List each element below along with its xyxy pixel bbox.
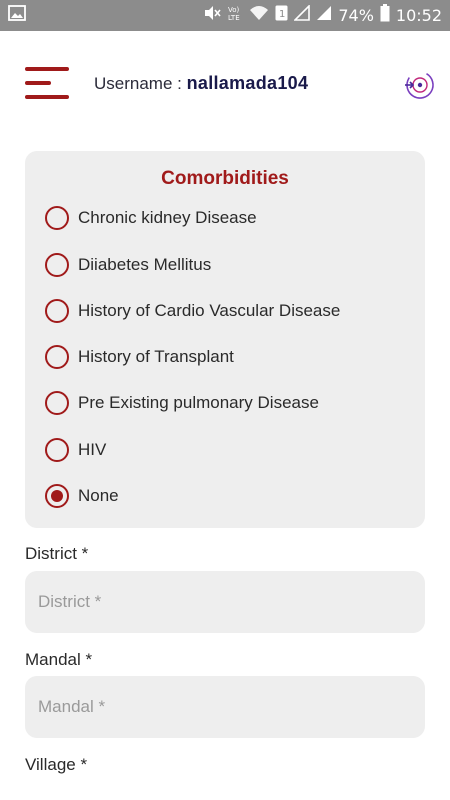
comorbidities-title: Comorbidities [161, 168, 289, 189]
sim-icon: 1 [275, 5, 288, 26]
mandal-input[interactable] [25, 676, 425, 738]
option-diabetes-mellitus[interactable]: Diiabetes Mellitus [45, 251, 211, 279]
menu-button[interactable] [25, 67, 69, 101]
menu-icon-bar [25, 67, 69, 71]
option-history-of-transplant[interactable]: History of Transplant [45, 343, 234, 371]
logout-button[interactable] [404, 69, 436, 101]
option-cardio-vascular-disease[interactable]: History of Cardio Vascular Disease [45, 297, 340, 325]
wifi-icon [249, 5, 269, 26]
volte-icon: Vo) LTE [227, 4, 243, 27]
svg-text:LTE: LTE [228, 14, 240, 22]
username: nallamada104 [186, 73, 309, 93]
image-icon [8, 5, 26, 26]
battery-icon [380, 4, 390, 27]
mandal-label: Mandal * [25, 650, 93, 669]
district-input[interactable] [25, 571, 425, 633]
menu-icon-bar [25, 81, 51, 85]
radio-button[interactable] [45, 253, 69, 277]
user-info: Username : nallamada104 [94, 73, 308, 94]
radio-button[interactable] [45, 438, 69, 462]
option-label: History of Cardio Vascular Disease [78, 301, 341, 320]
village-label: Village * [25, 755, 88, 774]
svg-text:Vo): Vo) [228, 6, 240, 14]
radio-button[interactable] [45, 391, 69, 415]
username-label: Username : [94, 74, 187, 93]
svg-text:1: 1 [279, 9, 285, 20]
option-pulmonary-disease[interactable]: Pre Existing pulmonary Disease [45, 389, 319, 417]
option-label: HIV [78, 440, 107, 459]
district-label: District * [25, 544, 89, 563]
option-hiv[interactable]: HIV [45, 436, 106, 464]
option-label: Diiabetes Mellitus [78, 255, 212, 274]
option-label: Chronic kidney Disease [78, 208, 257, 227]
option-chronic-kidney-disease[interactable]: Chronic kidney Disease [45, 204, 257, 232]
option-label: None [78, 486, 119, 505]
option-label: History of Transplant [78, 347, 234, 366]
app-header: Username : nallamada104 [0, 31, 450, 139]
clock: 10:52 [395, 6, 442, 25]
option-none[interactable]: None [45, 482, 119, 510]
option-label: Pre Existing pulmonary Disease [78, 393, 319, 412]
mute-icon [203, 5, 221, 26]
status-bar: Vo) LTE 1 74% 10:52 [0, 0, 450, 31]
signal-icon [316, 5, 332, 26]
logout-icon [405, 71, 434, 99]
menu-icon-bar [25, 95, 69, 99]
radio-button-selected[interactable] [45, 484, 69, 508]
radio-button[interactable] [45, 206, 69, 230]
radio-button[interactable] [45, 299, 69, 323]
radio-button[interactable] [45, 345, 69, 369]
battery-percent: 74% [338, 6, 374, 25]
comorbidities-card: Comorbidities Chronic kidney Disease Dii… [25, 151, 425, 528]
signal-icon [293, 4, 311, 26]
